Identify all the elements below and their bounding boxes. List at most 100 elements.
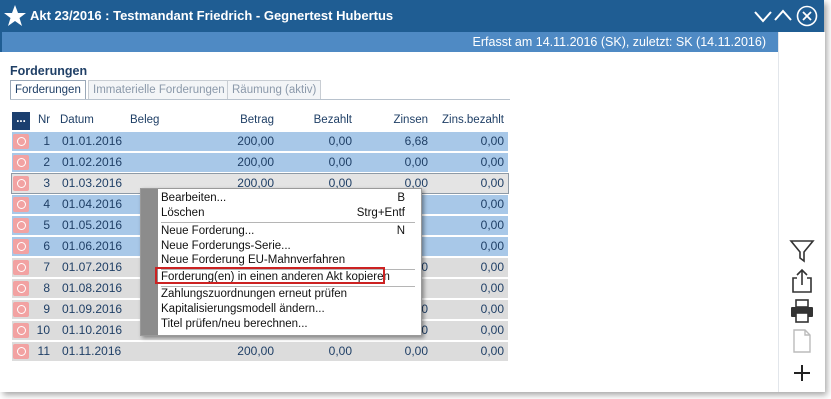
menu-item-shortcut: Strg+Entf (356, 207, 405, 219)
menu-item-shortcut: B (397, 192, 405, 204)
tab-raeumung[interactable]: Räumung (aktiv) (227, 80, 322, 99)
claim-row-icon[interactable] (13, 323, 29, 338)
header-betrag[interactable]: Betrag (192, 114, 274, 126)
column-chooser-button[interactable]: ... (12, 112, 30, 130)
claim-row-icon[interactable] (13, 344, 29, 359)
menu-item-label: Titel prüfen/neu berechnen... (161, 318, 308, 330)
cell-datum: 01.08.2016 (62, 281, 123, 295)
cell-bezahlt: 0,00 (328, 134, 352, 148)
claim-row-icon[interactable] (13, 281, 29, 296)
grid-header: ... Nr Datum Beleg Betrag Bezahlt Zinsen… (12, 112, 508, 130)
tab-divider (10, 99, 510, 100)
cell-datum: 01.11.2016 (62, 344, 122, 358)
filter-icon[interactable] (789, 238, 815, 264)
cell-datum: 01.05.2016 (62, 218, 123, 232)
menu-item-label: Bearbeiten... (161, 192, 227, 204)
header-bezahlt[interactable]: Bezahlt (274, 114, 352, 126)
cell-zinsbezahlt: 0,00 (480, 260, 504, 274)
cell-datum: 01.07.2016 (62, 260, 123, 274)
close-icon[interactable] (796, 5, 818, 27)
record-info: Erfasst am 14.11.2016 (SK), zuletzt: SK … (472, 35, 766, 49)
table-row[interactable]: 1 01.01.2016 200,00 0,00 6,68 0,00 (12, 132, 508, 151)
document-icon[interactable] (789, 328, 815, 354)
cell-zinsbezahlt: 0,00 (480, 155, 504, 169)
cell-nr: 3 (43, 176, 50, 190)
maximize-icon[interactable] (772, 5, 794, 27)
menu-item-loeschen[interactable]: Löschen Strg+Entf (161, 206, 417, 221)
cell-bezahlt: 0,00 (328, 344, 352, 358)
cell-datum: 01.03.2016 (62, 176, 123, 190)
window-title: Akt 23/2016 : Testmandant Friedrich - Ge… (30, 8, 394, 23)
cell-datum: 01.04.2016 (62, 197, 123, 211)
cell-datum: 01.10.2016 (62, 323, 123, 337)
cell-zinsbezahlt: 0,00 (480, 176, 504, 190)
cell-bezahlt: 0,00 (328, 155, 352, 169)
context-menu-gutter (141, 189, 158, 335)
menu-item-shortcut: N (396, 225, 405, 237)
print-icon[interactable] (789, 298, 815, 324)
claim-row-icon[interactable] (13, 218, 29, 233)
cell-nr: 4 (43, 197, 50, 211)
cell-zinsbezahlt: 0,00 (480, 134, 504, 148)
menu-item-label: Kapitalisierungsmodell ändern... (161, 303, 325, 315)
menu-item-label: Neue Forderung... (161, 225, 255, 237)
export-icon[interactable] (789, 268, 815, 294)
claim-row-icon[interactable] (13, 197, 29, 212)
context-menu: Bearbeiten... B Löschen Strg+Entf Neue F… (140, 188, 422, 336)
cell-zinsbezahlt: 0,00 (480, 218, 504, 232)
info-bar: Erfasst am 14.11.2016 (SK), zuletzt: SK … (0, 32, 778, 52)
menu-item-neue-forderung[interactable]: Neue Forderung... N (161, 224, 417, 239)
header-datum[interactable]: Datum (60, 114, 94, 126)
cell-nr: 5 (43, 218, 50, 232)
add-icon[interactable] (789, 360, 815, 386)
claim-row-icon[interactable] (13, 176, 29, 191)
cell-datum: 01.02.2016 (62, 155, 123, 169)
header-nr[interactable]: Nr (38, 114, 50, 126)
cell-zinsen: 6,68 (404, 134, 428, 148)
cell-zinsen: 0,00 (404, 155, 428, 169)
cell-betrag: 200,00 (237, 344, 274, 358)
cell-zinsbezahlt: 0,00 (480, 281, 504, 295)
claim-row-icon[interactable] (13, 260, 29, 275)
menu-item-neue-forderungs-serie[interactable]: Neue Forderungs-Serie... (161, 239, 417, 254)
cell-nr: 9 (43, 302, 50, 316)
menu-item-kapitalisierungsmodell[interactable]: Kapitalisierungsmodell ändern... (161, 302, 417, 317)
cell-nr: 10 (36, 323, 50, 337)
menu-separator (161, 222, 415, 223)
minimize-icon[interactable] (752, 5, 774, 27)
menu-item-label: Löschen (161, 207, 205, 219)
cell-nr: 8 (43, 281, 50, 295)
cell-nr: 1 (43, 134, 50, 148)
table-row[interactable]: 2 01.02.2016 200,00 0,00 0,00 0,00 (12, 153, 508, 172)
cell-zinsbezahlt: 0,00 (480, 197, 504, 211)
cell-betrag: 200,00 (237, 134, 274, 148)
application-window: Akt 23/2016 : Testmandant Friedrich - Ge… (0, 0, 825, 392)
tab-forderungen[interactable]: Forderungen (10, 80, 86, 100)
menu-item-titel-pruefen[interactable]: Titel prüfen/neu berechnen... (161, 317, 417, 332)
menu-item-neue-forderung-eu[interactable]: Neue Forderung EU-Mahnverfahren (161, 253, 417, 268)
cell-zinsbezahlt: 0,00 (480, 344, 504, 358)
claim-row-icon[interactable] (13, 239, 29, 254)
table-row[interactable]: 11 01.11.2016 200,00 0,00 0,00 0,00 (12, 342, 508, 361)
header-beleg[interactable]: Beleg (130, 114, 159, 126)
menu-item-zahlungszuordnungen[interactable]: Zahlungszuordnungen erneut prüfen (161, 287, 417, 302)
menu-item-label: Neue Forderungs-Serie... (161, 240, 291, 252)
cell-datum: 01.09.2016 (62, 302, 123, 316)
cell-betrag: 200,00 (237, 155, 274, 169)
tab-immaterielle-forderungen[interactable]: Immaterielle Forderungen (88, 80, 230, 99)
menu-item-bearbeiten[interactable]: Bearbeiten... B (161, 191, 417, 206)
cell-zinsen: 0,00 (404, 344, 428, 358)
cell-datum: 01.01.2016 (62, 134, 123, 148)
claim-row-icon[interactable] (13, 134, 29, 149)
cell-zinsbezahlt: 0,00 (480, 302, 504, 316)
star-icon[interactable] (3, 4, 27, 28)
cell-nr: 7 (43, 260, 50, 274)
header-zinsen[interactable]: Zinsen (352, 114, 428, 126)
claim-row-icon[interactable] (13, 302, 29, 317)
cell-nr: 2 (43, 155, 50, 169)
menu-item-label: Neue Forderung EU-Mahnverfahren (161, 254, 346, 266)
cell-nr: 11 (37, 344, 50, 358)
claim-row-icon[interactable] (13, 155, 29, 170)
header-zinsbezahlt[interactable]: Zins.bezahlt (428, 114, 504, 126)
highlight-box (155, 267, 385, 284)
